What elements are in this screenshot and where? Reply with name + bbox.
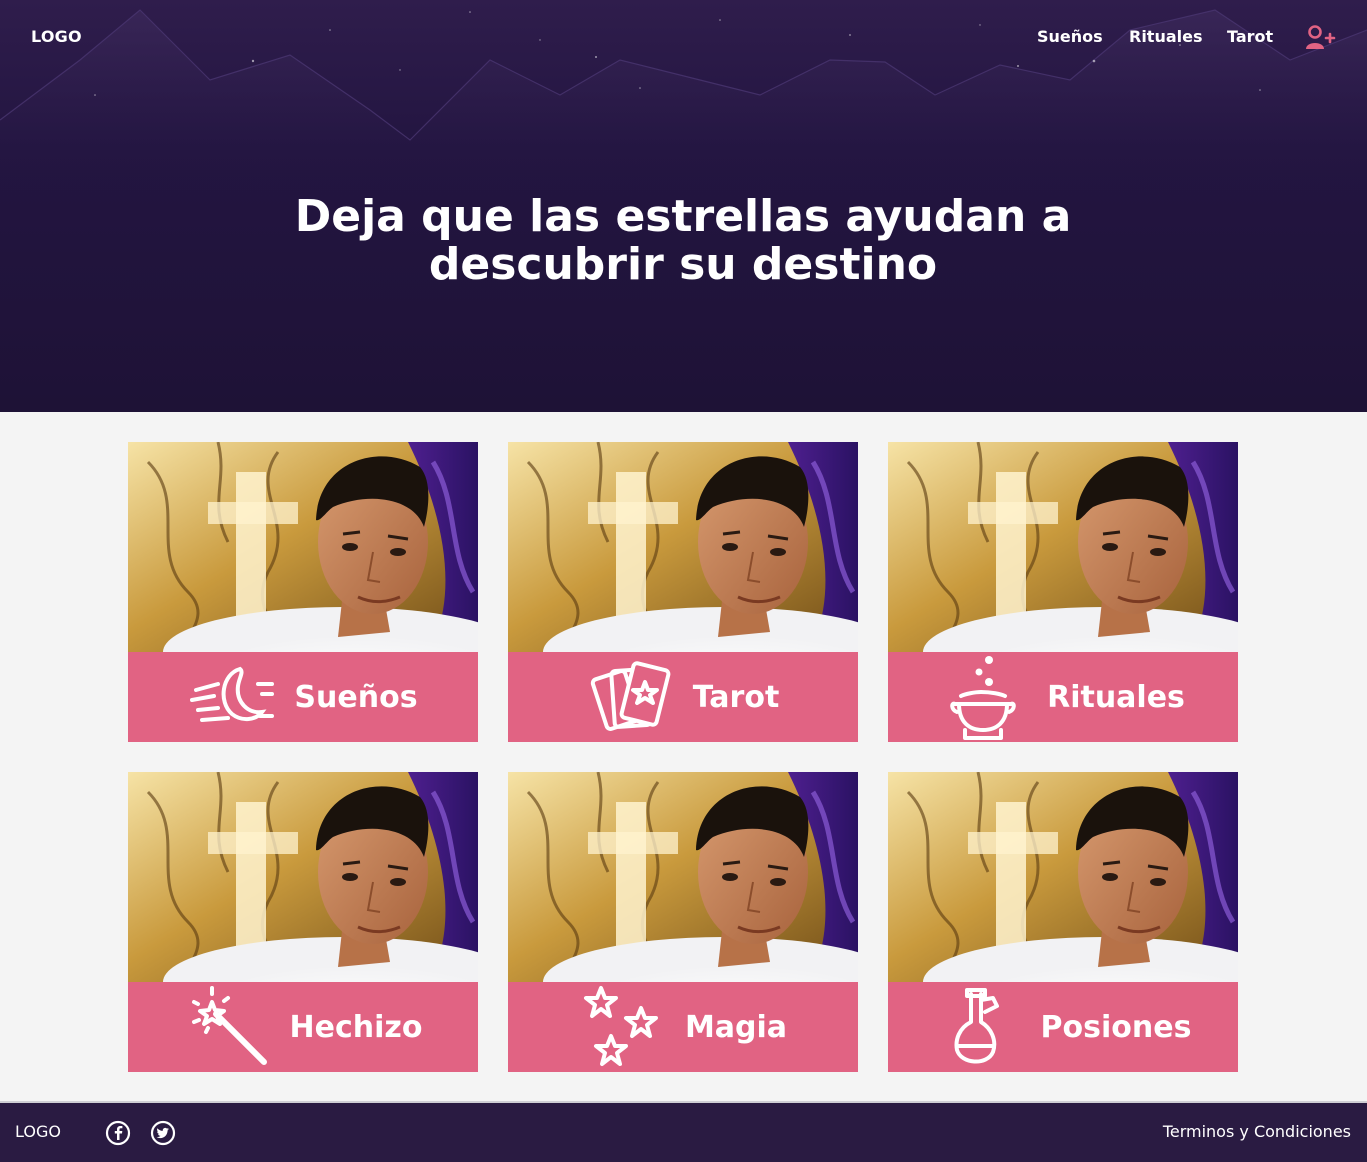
- potion-icon: [954, 988, 999, 1064]
- category-label: Tarot: [692, 679, 780, 715]
- hero-title-line-2: descubrir su destino: [428, 239, 938, 290]
- terms-link[interactable]: Terminos y Condiciones: [1163, 1122, 1351, 1141]
- category-label: Sueños: [294, 679, 418, 715]
- cauldron-icon: [950, 656, 1016, 740]
- hero-banner: LOGO Sueños Rituales Tarot Deja que las …: [0, 0, 1367, 412]
- main-nav: Sueños Rituales Tarot: [0, 27, 1367, 49]
- category-label: Posiones: [1040, 1009, 1192, 1045]
- hero-title: Deja que las estrellas ayudan a descubri…: [183, 193, 1183, 289]
- category-bar: Hechizo: [128, 982, 478, 1072]
- nav-item-tarot[interactable]: Tarot: [1227, 27, 1273, 46]
- nav-item-suenos[interactable]: Sueños: [1037, 27, 1103, 46]
- nav-item-rituales[interactable]: Rituales: [1129, 27, 1203, 46]
- category-label: Hechizo: [289, 1009, 423, 1045]
- magic-wand-icon: [191, 986, 267, 1065]
- category-photo: [888, 772, 1238, 982]
- category-label: Magia: [684, 1009, 788, 1045]
- category-photo: [128, 772, 478, 982]
- category-bar: Tarot: [508, 652, 858, 742]
- category-label: Rituales: [1047, 679, 1185, 715]
- category-bar: Rituales: [888, 652, 1238, 742]
- category-card-rituales[interactable]: Rituales: [888, 442, 1238, 742]
- category-photo: [508, 772, 858, 982]
- category-card-tarot[interactable]: Tarot: [508, 442, 858, 742]
- category-photo: [508, 442, 858, 652]
- footer-logo[interactable]: LOGO: [15, 1122, 61, 1141]
- category-card-hechizo[interactable]: Hechizo: [128, 772, 478, 1072]
- facebook-icon[interactable]: [105, 1120, 131, 1146]
- tarot-cards-icon: [590, 661, 671, 731]
- category-bar: Posiones: [888, 982, 1238, 1072]
- user-plus-icon[interactable]: [1304, 24, 1336, 52]
- twitter-icon[interactable]: [150, 1120, 176, 1146]
- moon-icon: [190, 666, 275, 722]
- category-card-magia[interactable]: Magia: [508, 772, 858, 1072]
- category-bar: Magia: [508, 982, 858, 1072]
- category-photo: [888, 442, 1238, 652]
- category-bar: Sueños: [128, 652, 478, 742]
- footer: LOGO Terminos y Condiciones: [0, 1101, 1367, 1162]
- hero-title-line-1: Deja que las estrellas ayudan a: [294, 191, 1072, 242]
- stars-icon: [583, 986, 658, 1066]
- category-card-posiones[interactable]: Posiones: [888, 772, 1238, 1072]
- category-card-suenos[interactable]: Sueños: [128, 442, 478, 742]
- category-photo: [128, 442, 478, 652]
